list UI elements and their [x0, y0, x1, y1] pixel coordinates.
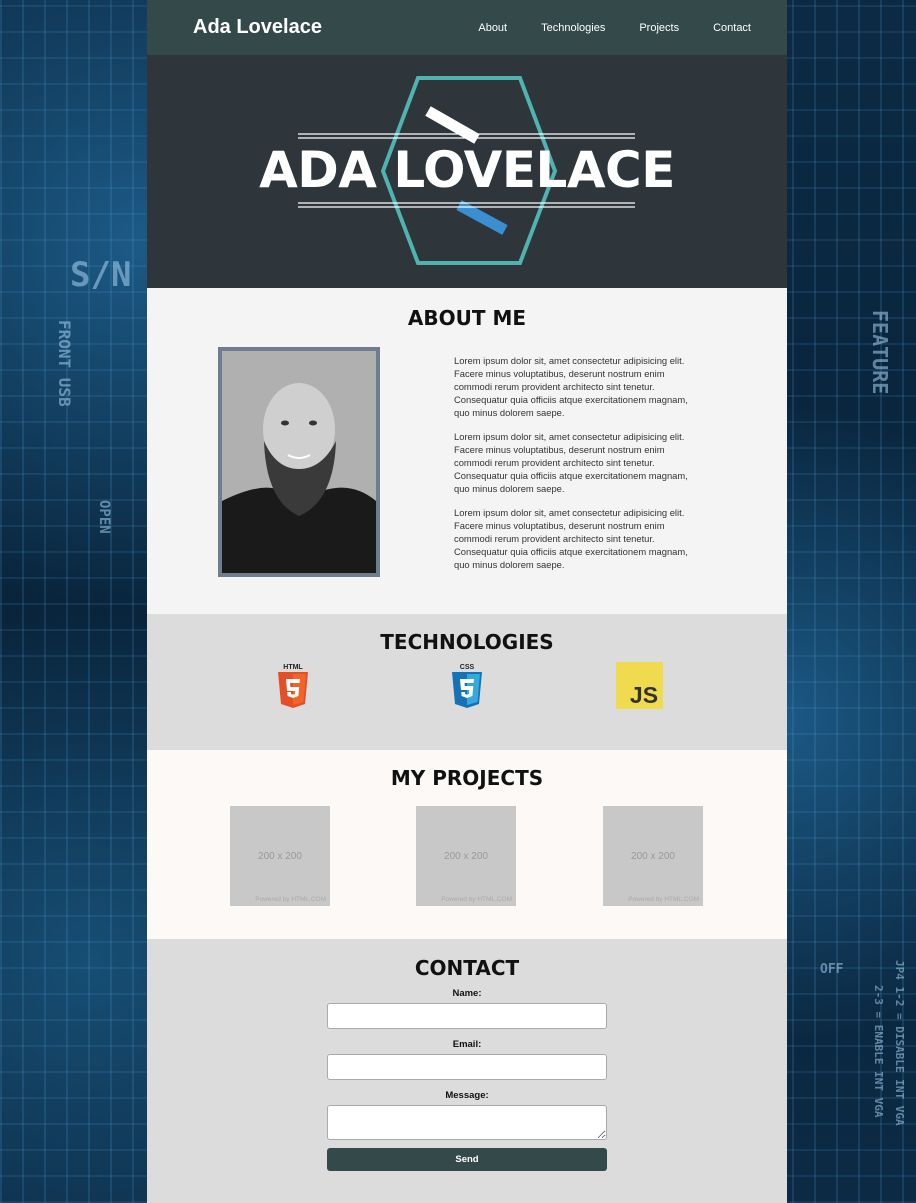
portrait-illustration: [222, 351, 376, 573]
thumbnail-size-label: 200 x 200: [258, 850, 302, 862]
email-input[interactable]: [327, 1054, 607, 1080]
send-button[interactable]: Send: [327, 1148, 607, 1171]
javascript-icon: JS: [616, 662, 663, 709]
background-text-sn: S/N: [70, 255, 132, 295]
page-container: Ada Lovelace About Technologies Projects…: [147, 0, 787, 1203]
navbar: Ada Lovelace About Technologies Projects…: [147, 0, 787, 55]
message-textarea[interactable]: [327, 1105, 607, 1140]
about-heading: ABOUT ME: [407, 306, 527, 330]
name-input[interactable]: [327, 1003, 607, 1029]
hero-banner: ADA LOVELACE: [147, 55, 787, 288]
contact-form: Name: Email: Message: Send: [327, 988, 607, 1171]
name-label: Name:: [452, 988, 482, 999]
project-thumbnail[interactable]: 200 x 200 Powered by HTML.COM: [230, 806, 330, 906]
html5-label: HTML: [283, 664, 303, 671]
thumbnail-size-label: 200 x 200: [631, 850, 675, 862]
technologies-section: TECHNOLOGIES HTML CSS JS: [147, 614, 787, 750]
hero-white-stroke: [425, 106, 480, 144]
nav-links: About Technologies Projects Contact: [444, 22, 751, 34]
nav-link-technologies[interactable]: Technologies: [541, 22, 605, 34]
hero-blue-stroke: [456, 200, 508, 235]
background-text-feature: FEATURE: [868, 310, 892, 395]
background-text-front-usb: FRONT USB: [55, 320, 74, 407]
thumbnail-powered-label: Powered by HTML.COM: [441, 896, 512, 903]
about-paragraph: Lorem ipsum dolor sit, amet consectetur …: [454, 507, 688, 570]
message-label: Message:: [445, 1090, 489, 1101]
projects-heading: MY PROJECTS: [390, 766, 544, 790]
hero-title: ADA LOVELACE: [259, 141, 675, 199]
background-text-open: OPEN: [96, 500, 112, 534]
background-text-jumper-right: 2-3 = ENABLE INT VGA: [872, 985, 885, 1118]
about-paragraph: Lorem ipsum dolor sit, amet consectetur …: [454, 431, 688, 494]
contact-heading: CONTACT: [414, 956, 520, 980]
css3-label: CSS: [460, 664, 475, 671]
about-section: ABOUT ME Lorem ipsum dolor sit, amet con…: [147, 288, 787, 614]
projects-section: MY PROJECTS 200 x 200 Powered by HTML.CO…: [147, 750, 787, 939]
technology-icons: HTML CSS JS: [147, 654, 787, 714]
profile-photo: [218, 347, 380, 577]
background-text-jumper-left: JP4 1-2 = DISABLE INT VGA: [893, 960, 906, 1126]
project-thumbnail[interactable]: 200 x 200 Powered by HTML.COM: [416, 806, 516, 906]
thumbnail-powered-label: Powered by HTML.COM: [628, 896, 699, 903]
css3-icon: CSS: [452, 664, 482, 708]
javascript-label: JS: [630, 682, 658, 708]
thumbnail-size-label: 200 x 200: [444, 850, 488, 862]
project-thumbnail[interactable]: 200 x 200 Powered by HTML.COM: [603, 806, 703, 906]
email-label: Email:: [452, 1039, 482, 1050]
about-text: Lorem ipsum dolor sit, amet consectetur …: [454, 354, 704, 582]
nav-link-about[interactable]: About: [478, 22, 507, 34]
about-paragraph: Lorem ipsum dolor sit, amet consectetur …: [454, 355, 688, 418]
contact-section: CONTACT Name: Email: Message: Send: [147, 939, 787, 1203]
nav-link-projects[interactable]: Projects: [639, 22, 679, 34]
background-text-off: OFF: [820, 962, 844, 977]
technologies-heading: TECHNOLOGIES: [380, 630, 554, 654]
brand-name[interactable]: Ada Lovelace: [193, 16, 322, 39]
nav-link-contact[interactable]: Contact: [713, 22, 751, 34]
thumbnail-powered-label: Powered by HTML.COM: [255, 896, 326, 903]
html5-icon: HTML: [278, 664, 308, 708]
